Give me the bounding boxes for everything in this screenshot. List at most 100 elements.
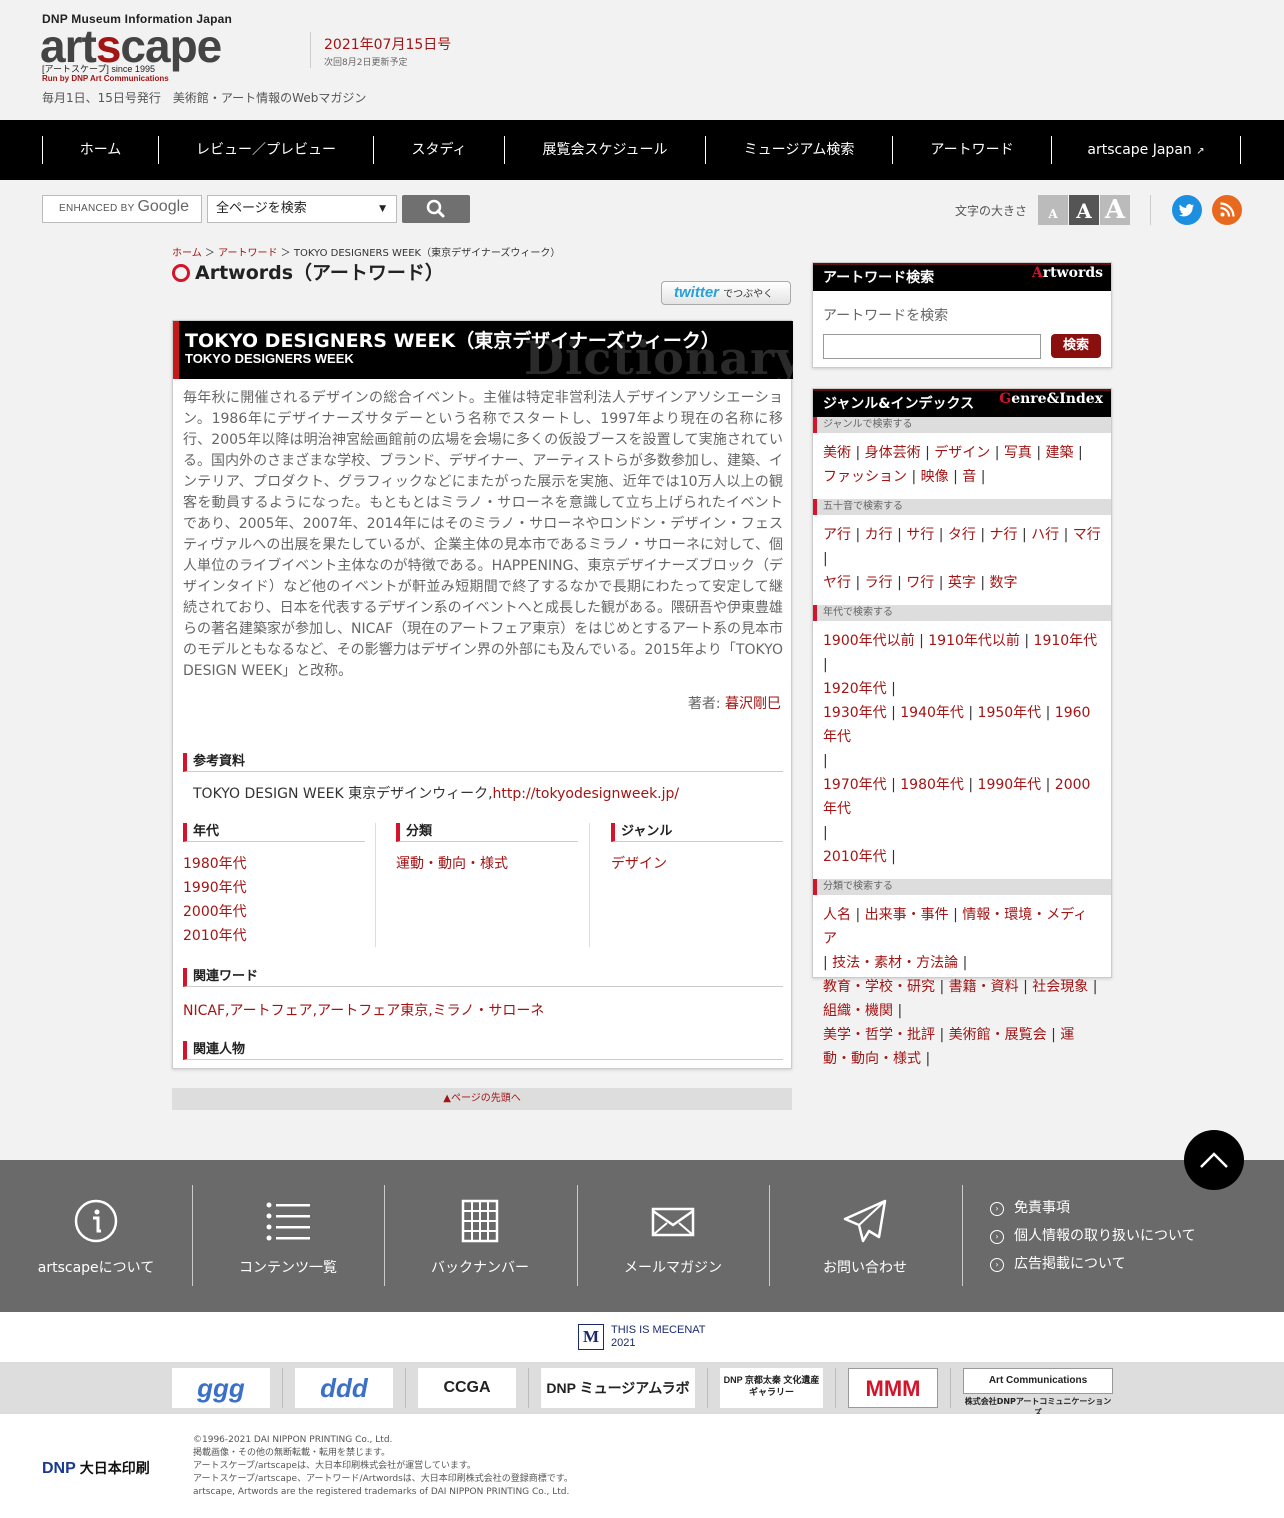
font-size-small-button[interactable]: A xyxy=(1038,195,1068,225)
nav-artword[interactable]: アートワード xyxy=(893,136,1052,164)
twitter-icon[interactable] xyxy=(1172,195,1202,225)
footer-contents[interactable]: コンテンツ一覧 xyxy=(192,1185,384,1286)
era-link[interactable]: 1950年代 xyxy=(978,705,1042,721)
class-link[interactable]: 美術館・展覧会 xyxy=(949,1027,1047,1043)
class-link[interactable]: 社会現象 xyxy=(1032,979,1088,995)
class-link[interactable]: 運動・動向・様式 xyxy=(396,852,578,876)
nav-review[interactable]: レビュー／プレビュー xyxy=(159,136,374,164)
class-link[interactable]: 教育・学校・研究 xyxy=(823,979,935,995)
class-link[interactable]: 書籍・資料 xyxy=(949,979,1019,995)
kana-link[interactable]: マ行 xyxy=(1073,527,1101,543)
art-communications-logo[interactable]: Art Communications xyxy=(963,1368,1113,1394)
kana-link[interactable]: ワ行 xyxy=(906,575,934,591)
era-link[interactable]: 1920年代 xyxy=(823,681,887,697)
genre-link[interactable]: デザイン xyxy=(934,445,990,461)
genre-link[interactable]: 建築 xyxy=(1046,445,1074,461)
main-nav: ホーム レビュー／プレビュー スタディ 展覧会スケジュール ミュージアム検索 ア… xyxy=(0,120,1284,180)
footer-contact[interactable]: お問い合わせ xyxy=(769,1185,961,1286)
class-link[interactable]: 人名 xyxy=(823,907,851,923)
reference-heading: 参考資料 xyxy=(183,753,783,772)
genre-link[interactable]: 映像 xyxy=(921,469,949,485)
article-subtitle: TOKYO DESIGNERS WEEK xyxy=(185,351,354,366)
kana-link[interactable]: ヤ行 xyxy=(823,575,851,591)
nav-home[interactable]: ホーム xyxy=(43,136,159,164)
footer-mailmagazine[interactable]: メールマガジン xyxy=(577,1185,769,1286)
genre-link[interactable]: 身体芸術 xyxy=(865,445,921,461)
class-link[interactable]: 美学・哲学・批評 xyxy=(823,1027,935,1043)
related-words-heading: 関連ワード xyxy=(183,968,783,987)
genre-link[interactable]: 音 xyxy=(962,469,976,485)
kana-link[interactable]: 数字 xyxy=(990,575,1018,591)
artword-search-input[interactable] xyxy=(823,334,1041,359)
page-top-link[interactable]: ▲ページの先頭へ xyxy=(172,1088,792,1110)
kana-link[interactable]: ラ行 xyxy=(865,575,893,591)
nav-schedule[interactable]: 展覧会スケジュール xyxy=(505,136,706,164)
genre-link[interactable]: デザイン xyxy=(611,852,783,876)
font-size-large-button[interactable]: A xyxy=(1100,195,1130,225)
era-link[interactable]: 2010年代 xyxy=(183,924,365,948)
footer-link-disclaimer[interactable]: › 免責事項 xyxy=(990,1197,1070,1217)
reference-link[interactable]: http://tokyodesignweek.jp/ xyxy=(493,786,680,802)
genre-link[interactable]: 写真 xyxy=(1004,445,1032,461)
issue-date: 2021年07月15日号 xyxy=(324,37,452,53)
scroll-to-top-button[interactable] xyxy=(1184,1130,1244,1190)
nav-study[interactable]: スタディ xyxy=(374,136,505,164)
font-size-medium-button[interactable]: A xyxy=(1069,195,1099,225)
info-icon xyxy=(74,1199,118,1243)
site-header: DNP Museum Information Japan artscape [ア… xyxy=(0,0,1284,120)
class-link[interactable]: 組織・機関 xyxy=(823,1003,893,1019)
artword-search-button[interactable]: 検索 xyxy=(1051,334,1101,358)
era-link[interactable]: 1910年代以前 xyxy=(928,633,1020,649)
kana-link[interactable]: ア行 xyxy=(823,527,851,543)
google-search-input[interactable]: ENHANCED BY Google xyxy=(42,195,202,223)
dnp-logo[interactable]: DNP 大日本印刷 xyxy=(42,1458,150,1478)
mmm-logo[interactable]: MMM xyxy=(848,1368,938,1408)
nav-artscape-japan[interactable]: artscape Japan ↗ xyxy=(1052,136,1240,164)
era-link[interactable]: 1980年代 xyxy=(183,852,365,876)
rss-icon[interactable] xyxy=(1212,195,1242,225)
dnp-museumlab-logo[interactable]: DNP ミュージアムラボ xyxy=(541,1368,695,1408)
tweet-button[interactable]: twitter でつぶやく xyxy=(661,281,791,305)
kana-link[interactable]: サ行 xyxy=(906,527,934,543)
kana-link[interactable]: タ行 xyxy=(948,527,976,543)
logo-divider xyxy=(282,1368,283,1408)
author-link[interactable]: 暮沢剛巳 xyxy=(725,696,781,712)
era-link[interactable]: 1910年代 xyxy=(1034,633,1098,649)
genre-link[interactable]: ファッション xyxy=(823,469,907,485)
logo-run-by: Run by DNP Art Communications xyxy=(42,74,169,83)
era-link[interactable]: 1990年代 xyxy=(183,876,365,900)
nav-museum-search[interactable]: ミュージアム検索 xyxy=(706,136,893,164)
footer-link-privacy[interactable]: › 個人情報の取り扱いについて xyxy=(990,1225,1196,1245)
era-link[interactable]: 2000年代 xyxy=(183,900,365,924)
kana-link[interactable]: ナ行 xyxy=(990,527,1018,543)
kana-link[interactable]: カ行 xyxy=(865,527,893,543)
kana-link[interactable]: ハ行 xyxy=(1031,527,1059,543)
footer-link-advertising[interactable]: › 広告掲載について xyxy=(990,1253,1126,1273)
search-button[interactable] xyxy=(402,195,470,223)
class-link[interactable]: 出来事・事件 xyxy=(865,907,949,923)
footer-backnumber[interactable]: バックナンバー xyxy=(384,1185,576,1286)
era-link[interactable]: 1900年代以前 xyxy=(823,633,915,649)
search-scope-select[interactable]: 全ページを検索 ▼ xyxy=(207,195,397,223)
footer-about[interactable]: artscapeについて xyxy=(0,1185,192,1286)
kana-link[interactable]: 英字 xyxy=(948,575,976,591)
genre-index-header: ジャンル&インデックス Genre&Index xyxy=(813,389,1111,417)
era-link[interactable]: 2010年代 xyxy=(823,849,887,865)
genre-link[interactable]: 美術 xyxy=(823,445,851,461)
class-link[interactable]: 技法・素材・方法論 xyxy=(832,955,958,971)
kana-subheading: 五十音で検索する xyxy=(813,499,1111,515)
era-link[interactable]: 1940年代 xyxy=(900,705,964,721)
mecenat-bar: M THIS IS MECENAT 2021 xyxy=(0,1312,1284,1362)
era-link[interactable]: 1970年代 xyxy=(823,777,887,793)
chevron-right-icon: › xyxy=(990,1258,1004,1272)
related-words-links[interactable]: NICAF,アートフェア,アートフェア東京,ミラノ・サローネ xyxy=(183,1000,544,1020)
dnp-kyoto-gallery-logo[interactable]: DNP 京都太秦 文化遺産ギャラリー xyxy=(720,1368,823,1408)
era-link[interactable]: 1990年代 xyxy=(978,777,1042,793)
era-link[interactable]: 1930年代 xyxy=(823,705,887,721)
ddd-logo[interactable]: ddd xyxy=(295,1368,393,1408)
ccga-logo[interactable]: CCGA xyxy=(418,1368,516,1408)
site-tagline: 毎月1日、15日号発行 美術館・アート情報のWebマガジン xyxy=(42,91,367,105)
era-link[interactable]: 1980年代 xyxy=(900,777,964,793)
article-title: TOKYO DESIGNERS WEEK（東京デザイナーズウィーク） xyxy=(185,330,720,352)
ggg-logo[interactable]: ggg xyxy=(172,1368,270,1408)
